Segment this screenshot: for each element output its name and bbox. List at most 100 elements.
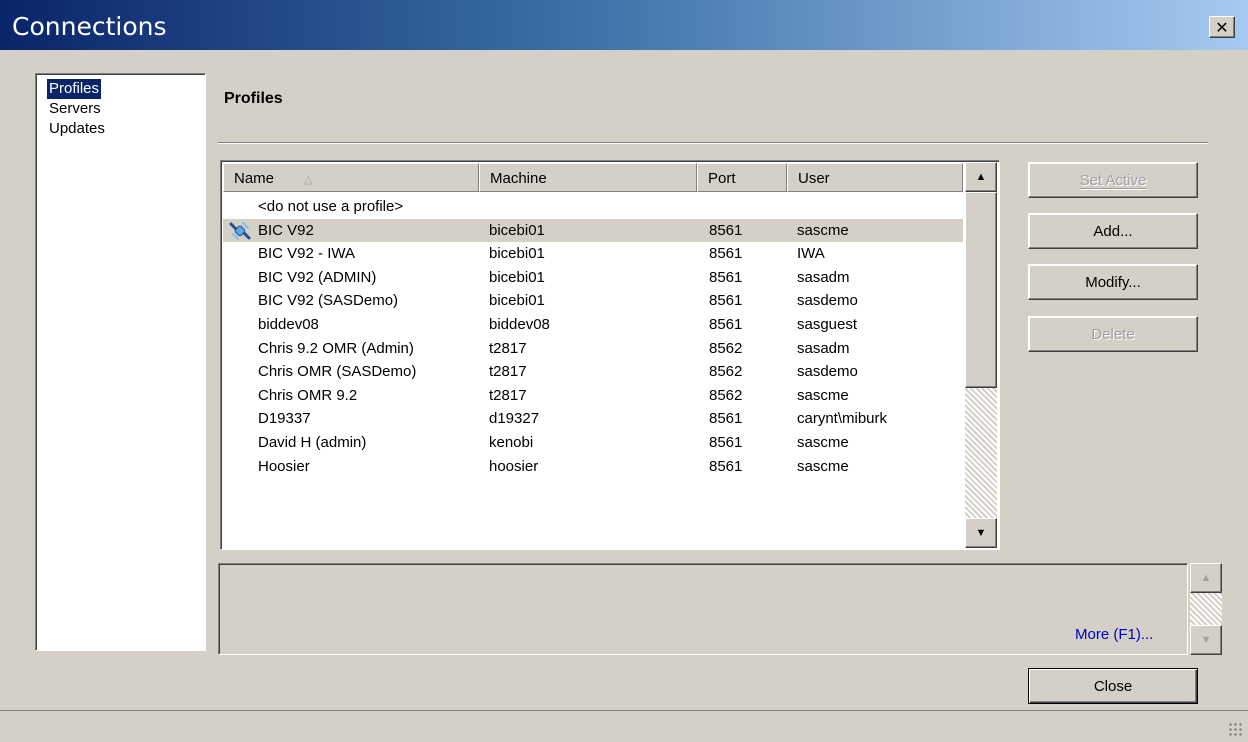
- cell-name: Hoosier: [258, 457, 310, 475]
- connected-plug-icon: [229, 221, 251, 241]
- table-row[interactable]: BIC V92 (ADMIN) bicebi01 8561 sasadm: [223, 266, 963, 289]
- close-label: Close: [1093, 677, 1133, 695]
- scroll-down-button[interactable]: ▼: [965, 518, 997, 548]
- table-row[interactable]: Chris 9.2 OMR (Admin) t2817 8562 sasadm: [223, 337, 963, 360]
- cell-machine: bicebi01: [489, 245, 545, 263]
- set-active-button[interactable]: Set Active: [1028, 162, 1198, 198]
- cell-port: 8561: [709, 292, 743, 310]
- cell-port: 8561: [709, 268, 743, 286]
- nav-item-profiles[interactable]: Profiles: [47, 79, 102, 99]
- cell-name: BIC V92: [258, 221, 314, 239]
- scroll-thumb[interactable]: [965, 192, 997, 388]
- column-header-name-label: Name: [234, 170, 275, 187]
- arrow-down-icon: ▼: [1200, 634, 1212, 646]
- cell-port: 8562: [709, 386, 743, 404]
- cell-user: sasdemo: [797, 292, 858, 310]
- cell-user: sasadm: [797, 268, 850, 286]
- description-panel: [218, 563, 1188, 655]
- description-scroll-down-button[interactable]: ▼: [1190, 625, 1222, 655]
- cell-name: David H (admin): [258, 434, 367, 451]
- table-row[interactable]: Chris OMR (SASDemo) t2817 8562 sasdemo: [223, 360, 963, 383]
- close-icon: ✕: [1215, 17, 1229, 37]
- cell-machine: kenobi: [489, 434, 534, 451]
- cell-name: Chris 9.2 OMR (Admin): [258, 339, 414, 357]
- cell-port: 8561: [709, 410, 743, 428]
- cell-user: sascme: [797, 457, 849, 475]
- cell-machine: bicebi01: [489, 268, 545, 286]
- title-bar: Connections ✕: [0, 0, 1248, 50]
- cell-port: 8561: [709, 221, 743, 239]
- profiles-list-scrollbar[interactable]: ▲ ▼: [965, 162, 997, 548]
- table-row[interactable]: BIC V92 - IWA bicebi01 8561 IWA: [223, 242, 963, 265]
- cell-user: sasdemo: [797, 363, 858, 381]
- nav-item-updates[interactable]: Updates: [47, 119, 107, 139]
- cell-name: Chris OMR 9.2: [258, 386, 358, 404]
- close-window-button[interactable]: ✕: [1209, 16, 1235, 38]
- cell-machine: hoosier: [489, 457, 539, 475]
- close-button[interactable]: Close: [1028, 668, 1198, 704]
- scroll-up-button[interactable]: ▲: [965, 162, 997, 192]
- cell-machine: d19327: [489, 410, 540, 428]
- sort-ascending-icon: △: [304, 174, 313, 186]
- window-title: Connections: [12, 12, 167, 41]
- cell-name: BIC V92 - IWA: [258, 245, 355, 263]
- description-scroll-up-button[interactable]: ▲: [1190, 563, 1222, 593]
- add-button[interactable]: Add...: [1028, 213, 1198, 249]
- modify-label: Modify...: [1085, 273, 1141, 291]
- cell-user: carynt\miburk: [797, 410, 888, 428]
- cell-name: biddev08: [258, 316, 319, 333]
- cell-port: 8562: [709, 339, 743, 357]
- profiles-list[interactable]: Name △ Machine Port User <do not use a pr…: [220, 160, 1000, 550]
- table-row[interactable]: Chris OMR 9.2 t2817 8562 sascme: [223, 384, 963, 407]
- delete-button[interactable]: Delete: [1028, 316, 1198, 352]
- table-row[interactable]: BIC V92 (SASDemo) bicebi01 8561 sasdemo: [223, 289, 963, 312]
- column-header-port[interactable]: Port: [697, 163, 787, 192]
- cell-name: <do not use a profile>: [258, 198, 404, 215]
- cell-machine: t2817: [489, 363, 527, 381]
- page-title: Profiles: [224, 90, 283, 107]
- cell-user: sascme: [797, 221, 849, 239]
- resize-grip-icon[interactable]: [1228, 722, 1242, 736]
- cell-user: sasadm: [797, 339, 850, 357]
- cell-name: D19337: [258, 410, 311, 428]
- arrow-up-icon: ▲: [1200, 572, 1212, 584]
- table-row[interactable]: D19337 d19327 8561 carynt\miburk: [223, 407, 963, 430]
- category-nav: Profiles Servers Updates: [35, 73, 206, 651]
- column-header-user[interactable]: User: [787, 163, 963, 192]
- table-row[interactable]: David H (admin) kenobi 8561 sascme: [223, 431, 963, 454]
- cell-machine: bicebi01: [489, 221, 545, 239]
- table-row[interactable]: biddev08 biddev08 8561 sasguest: [223, 313, 963, 336]
- cell-machine: t2817: [489, 339, 527, 357]
- cell-user: sascme: [797, 386, 849, 404]
- arrow-down-icon: ▼: [975, 527, 987, 539]
- modify-button[interactable]: Modify...: [1028, 264, 1198, 300]
- cell-name: BIC V92 (ADMIN): [258, 268, 377, 286]
- cell-port: 8561: [709, 245, 743, 263]
- cell-name: BIC V92 (SASDemo): [258, 292, 399, 310]
- cell-machine: biddev08: [489, 316, 550, 333]
- cell-user: sasguest: [797, 316, 858, 333]
- set-active-label: Set Active: [1079, 171, 1147, 189]
- cell-user: IWA: [797, 245, 825, 263]
- section-divider: [218, 142, 1208, 144]
- more-help-link[interactable]: More (F1)...: [1075, 626, 1153, 643]
- cell-port: 8561: [709, 316, 743, 333]
- cell-port: 8561: [709, 434, 743, 451]
- cell-name: Chris OMR (SASDemo): [258, 363, 417, 381]
- cell-machine: t2817: [489, 386, 527, 404]
- arrow-up-icon: ▲: [975, 171, 987, 183]
- cell-port: 8562: [709, 363, 743, 381]
- cell-machine: bicebi01: [489, 292, 545, 310]
- status-bar: [0, 710, 1248, 742]
- add-label: Add...: [1093, 222, 1133, 240]
- table-row[interactable]: BIC V92 bicebi01 8561 sascme: [223, 218, 963, 242]
- nav-item-servers[interactable]: Servers: [47, 99, 103, 119]
- description-scrollbar[interactable]: ▲ ▼: [1190, 563, 1222, 655]
- column-header-name[interactable]: Name △: [223, 163, 479, 192]
- table-row[interactable]: Hoosier hoosier 8561 sascme: [223, 455, 963, 478]
- cell-user: sascme: [797, 434, 849, 451]
- cell-port: 8561: [709, 457, 743, 475]
- table-row[interactable]: <do not use a profile>: [223, 195, 963, 218]
- delete-label: Delete: [1091, 325, 1135, 343]
- column-header-machine[interactable]: Machine: [479, 163, 697, 192]
